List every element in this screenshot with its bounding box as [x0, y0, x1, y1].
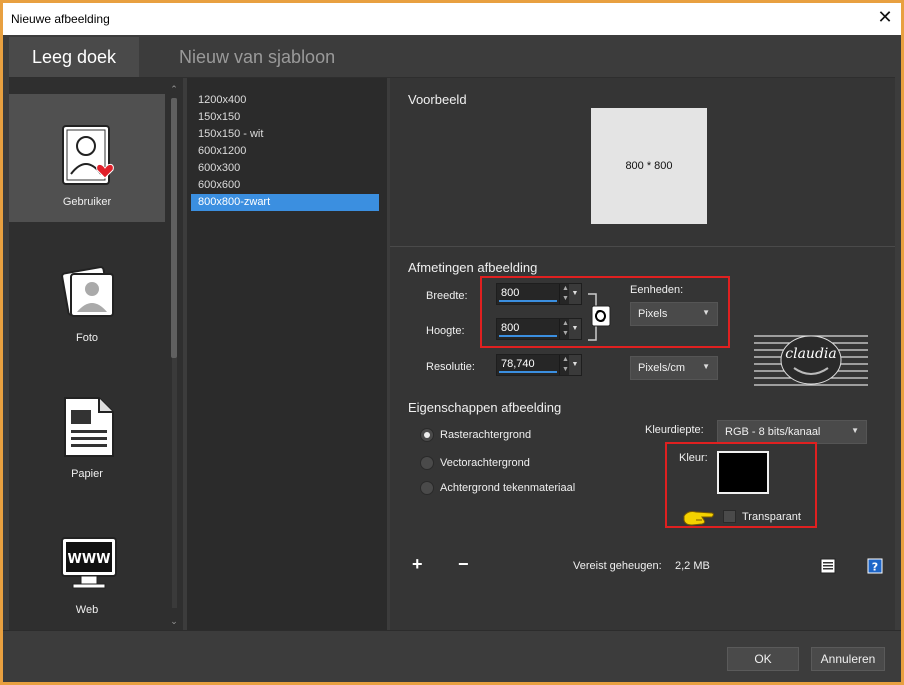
- art-media-label[interactable]: Achtergrond tekenmateriaal: [440, 482, 575, 494]
- properties-title: Eigenschappen afbeelding: [408, 400, 562, 415]
- height-label: Hoogte:: [426, 325, 465, 337]
- resolution-units-value: Pixels/cm: [638, 362, 686, 374]
- settings-panel: Voorbeeld 800 * 800 Afmetingen afbeeldin…: [390, 78, 895, 630]
- ok-button[interactable]: OK: [727, 647, 799, 671]
- color-depth-dropdown[interactable]: RGB - 8 bits/kanaal ▼: [717, 420, 867, 444]
- depth-label: Kleurdiepte:: [645, 424, 704, 436]
- transparent-checkbox[interactable]: [723, 510, 736, 523]
- vector-radio[interactable]: [420, 456, 434, 470]
- category-label: Web: [75, 604, 99, 616]
- list-item[interactable]: 1200x400: [191, 92, 379, 109]
- memory-label: Vereist geheugen:: [573, 560, 662, 572]
- svg-text:WWW: WWW: [67, 552, 110, 567]
- scroll-thumb[interactable]: [171, 98, 177, 358]
- color-label: Kleur:: [679, 452, 708, 464]
- memory-value: 2,2 MB: [675, 560, 710, 572]
- footer-divider: [3, 630, 901, 631]
- cancel-button[interactable]: Annuleren: [811, 647, 885, 671]
- width-dropdown-arrow[interactable]: ▼: [569, 284, 581, 304]
- dialog-body: Leeg doek Nieuw van sjabloon Gebruiker F…: [3, 35, 901, 682]
- pointing-hand-icon: [683, 511, 714, 526]
- category-scrollbar[interactable]: ⌃ ⌄: [169, 84, 179, 630]
- category-gebruiker[interactable]: Gebruiker: [9, 94, 165, 222]
- raster-radio[interactable]: [420, 428, 434, 442]
- category-papier[interactable]: Papier: [9, 366, 165, 494]
- height-dropdown-arrow[interactable]: ▼: [569, 319, 581, 339]
- scroll-down-icon[interactable]: ⌄: [169, 616, 179, 627]
- category-label: Papier: [71, 468, 103, 480]
- list-item[interactable]: 150x150 - wit: [191, 126, 379, 143]
- watermark-text: claudia: [785, 346, 836, 362]
- canvas-preview: 800 * 800: [591, 108, 707, 224]
- photo-icon: [61, 266, 114, 317]
- width-value: 800: [501, 287, 520, 299]
- category-label: Foto: [75, 332, 98, 344]
- width-underline: [499, 300, 557, 302]
- height-value: 800: [501, 322, 520, 334]
- vector-label[interactable]: Vectorachtergrond: [440, 457, 530, 469]
- color-depth-value: RGB - 8 bits/kanaal: [725, 426, 821, 438]
- height-underline: [499, 335, 557, 337]
- add-preset-button[interactable]: +: [412, 554, 423, 575]
- resolution-dropdown-arrow[interactable]: ▼: [569, 355, 581, 375]
- chevron-down-icon: ▼: [851, 426, 859, 435]
- units-dropdown[interactable]: Pixels ▼: [630, 302, 718, 326]
- raster-label[interactable]: Rasterachtergrond: [440, 429, 531, 441]
- tab-from-template[interactable]: Nieuw van sjabloon: [155, 37, 359, 77]
- list-item[interactable]: 600x1200: [191, 143, 379, 160]
- list-item[interactable]: 600x300: [191, 160, 379, 177]
- window-title: Nieuwe afbeelding: [11, 12, 110, 26]
- tab-blank-canvas[interactable]: Leeg doek: [9, 37, 139, 77]
- user-heart-icon: [62, 125, 114, 185]
- list-item[interactable]: 600x600: [191, 177, 379, 194]
- watermark-logo: claudia: [754, 335, 868, 386]
- category-web[interactable]: WWW Web: [9, 502, 165, 630]
- category-foto[interactable]: Foto: [9, 230, 165, 358]
- dimensions-title: Afmetingen afbeelding: [408, 260, 538, 275]
- close-icon[interactable]: ✕: [875, 8, 895, 28]
- list-item[interactable]: 150x150: [191, 109, 379, 126]
- resolution-underline: [499, 371, 557, 373]
- link-ratio-icon[interactable]: [586, 292, 614, 342]
- art-media-radio[interactable]: [420, 481, 434, 495]
- dialog-frame: Nieuwe afbeelding ✕ Leeg doek Nieuw van …: [0, 0, 904, 685]
- web-monitor-icon: WWW: [61, 537, 117, 589]
- scroll-up-icon[interactable]: ⌃: [169, 84, 179, 95]
- paper-icon: [64, 397, 114, 457]
- units-value: Pixels: [638, 308, 668, 320]
- units-label: Eenheden:: [630, 284, 684, 296]
- chevron-down-icon: ▼: [702, 362, 710, 371]
- width-label: Breedte:: [426, 290, 468, 302]
- help-icon[interactable]: ?: [867, 558, 883, 574]
- preview-title: Voorbeeld: [408, 92, 467, 107]
- category-label: Gebruiker: [62, 196, 112, 208]
- category-panel: Gebruiker Foto Papier WWW Web ⌃ ⌄: [9, 78, 183, 630]
- resolution-input[interactable]: 78,740 ▲ ▼ ▼: [496, 354, 582, 376]
- transparent-label[interactable]: Transparant: [742, 511, 801, 523]
- document-info-icon[interactable]: [820, 558, 836, 574]
- svg-text:?: ?: [872, 561, 878, 574]
- chevron-down-icon: ▼: [702, 308, 710, 317]
- remove-preset-button[interactable]: −: [458, 554, 469, 575]
- resolution-value: 78,740: [501, 358, 535, 370]
- color-swatch[interactable]: [717, 451, 769, 494]
- width-input[interactable]: 800 ▲ ▼ ▼: [496, 283, 582, 305]
- resolution-units-dropdown[interactable]: Pixels/cm ▼: [630, 356, 718, 380]
- list-item-selected[interactable]: 800x800-zwart: [191, 194, 379, 211]
- height-input[interactable]: 800 ▲ ▼ ▼: [496, 318, 582, 340]
- title-bar: Nieuwe afbeelding ✕: [3, 3, 901, 35]
- resolution-label: Resolutie:: [426, 361, 475, 373]
- preset-list: 1200x400 150x150 150x150 - wit 600x1200 …: [187, 78, 387, 630]
- section-divider: [390, 246, 895, 247]
